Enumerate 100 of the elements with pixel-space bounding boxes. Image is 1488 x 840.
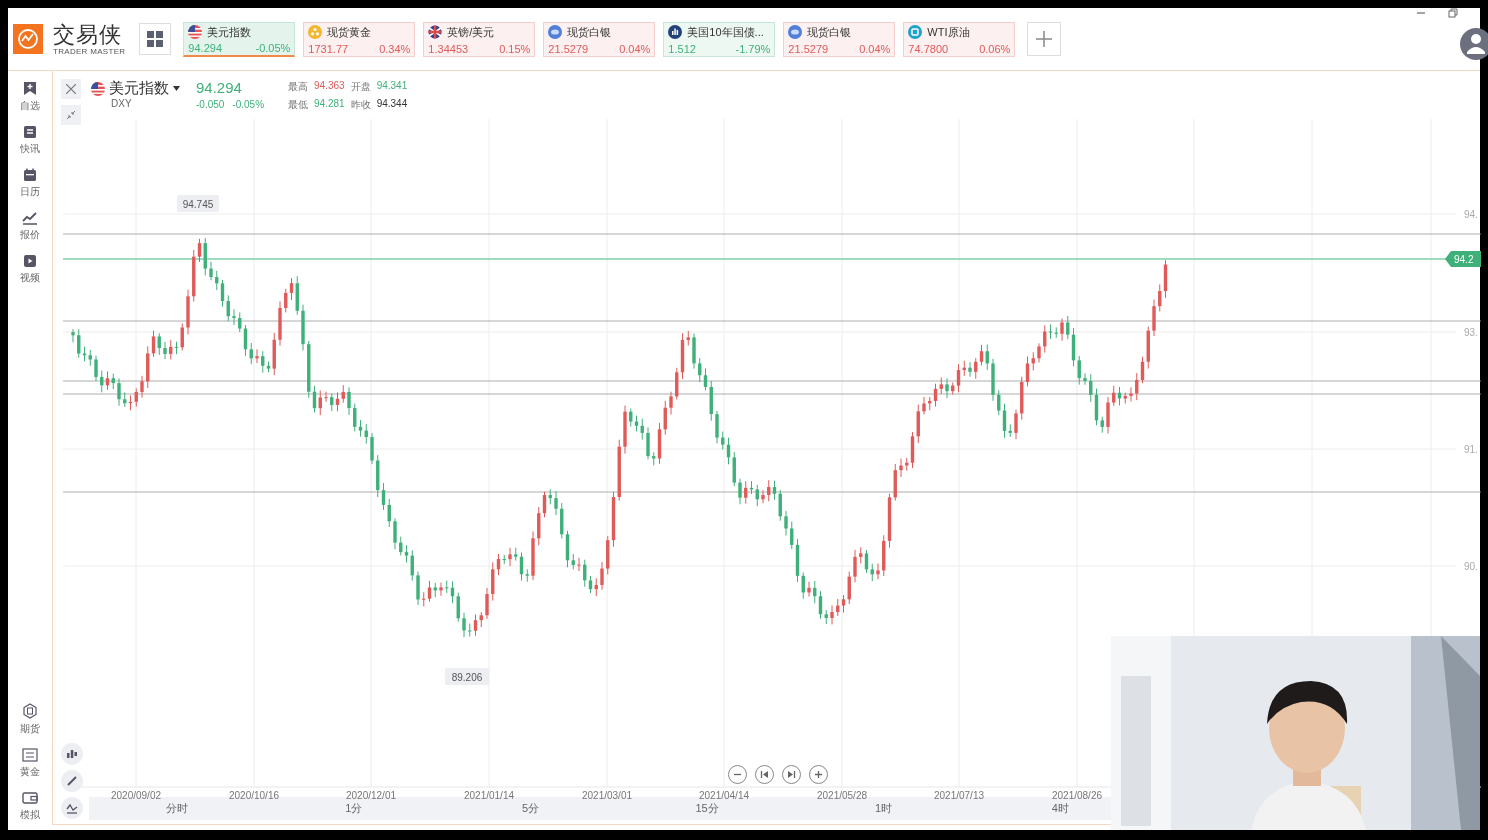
date-label: 2021/07/13 [933,790,985,801]
stat-value: 94.344 [376,98,408,111]
ticker-name: 英镑/美元 [447,24,495,40]
logo-subtitle: TRADER MASTER [53,46,126,56]
price-tag: 94.2 [1445,251,1481,267]
ticker-change: 0.04% [859,42,891,55]
skip-forward-button[interactable] [782,765,801,784]
date-label: 2021/04/14 [698,790,750,801]
ticker-name: 美元指数 [207,24,252,40]
draw-button[interactable] [61,770,83,792]
sidebar-item[interactable]: 视频 [20,254,40,285]
ticker-price: 1731.77 [308,42,349,55]
instrument-code: DXY [111,98,133,109]
play-icon [23,254,37,268]
sidebar-item[interactable]: 报价 [20,211,40,242]
candlestick-tool-button[interactable] [61,743,83,765]
ticker-price: 94.294 [188,41,222,54]
bar-icon [22,748,38,762]
skip-back-button[interactable] [755,765,774,784]
ticker-tab[interactable]: WTI原油 74.7800 0.06% [903,21,1016,57]
stat-label: 昨收 [350,98,371,112]
sidebar-item[interactable]: 日历 [20,168,40,199]
calendar-icon [23,168,37,182]
collapse-icon [66,110,76,120]
ticker-tab[interactable]: 现货白银 21.5279 0.04% [543,21,656,57]
pencil-icon [66,775,78,787]
support-line[interactable] [62,380,1481,382]
wallet-icon [22,791,38,805]
sidebar-item[interactable]: 黄金 [20,748,40,779]
ticker-price: 1.34453 [428,42,469,55]
date-label: 2021/05/28 [816,790,868,801]
restore-icon[interactable] [1448,8,1458,18]
stat-value: 94.341 [376,80,408,93]
skip-back-icon [760,770,769,779]
ticker-change: 0.06% [979,42,1011,55]
bubble-icon [788,25,803,39]
ticker-tab[interactable]: 美元指数 94.294 -0.05% [183,21,296,57]
stat-label: 最低 [288,98,309,112]
bubble-icon [548,25,563,39]
percent-change: -0.05% [232,99,265,110]
sidebar-item[interactable]: 自选 [20,81,40,113]
ticker-tab[interactable]: 美国10年国债... 1.512 -1.79% [663,21,776,57]
oil-icon [908,25,923,39]
close-button[interactable] [61,79,81,99]
ticker-name: 现货白银 [807,24,852,40]
stat-label: 开盘 [350,80,371,94]
flag-icon [188,25,203,39]
date-label: 2020/12/01 [345,790,397,801]
axis-label: 91. [1464,444,1478,455]
high-price-label: 94.745 [177,195,219,212]
indicator-button[interactable] [61,797,83,819]
flag-icon [428,25,443,39]
period-tab[interactable]: 5分 [515,797,546,820]
date-label: 2021/08/26 [1051,790,1103,801]
support-line[interactable] [62,393,1481,395]
logo-icon [13,24,43,54]
ticker-change: 0.04% [619,42,651,55]
low-price-label: 89.206 [445,668,489,685]
stat-value: 94.281 [314,98,345,111]
period-tab[interactable]: 分时 [160,797,195,820]
date-label: 2021/03/01 [581,790,633,801]
instrument-name[interactable]: 美元指数 [109,79,169,98]
avatar-icon[interactable] [1460,28,1488,60]
bookmark-icon [23,81,37,96]
plus-icon [1036,31,1053,47]
sidebar-item[interactable]: 模拟 [20,791,40,822]
trend-line-icon [22,211,38,225]
ticker-change: -1.79% [735,42,771,55]
ticker-name: 美国10年国债... [687,24,764,40]
document-icon [23,125,37,139]
zoom-in-button[interactable] [809,765,828,784]
ticker-name: 现货白银 [567,24,612,40]
ticker-tab[interactable]: 现货白银 21.5279 0.04% [783,21,896,57]
indicator-icon [66,802,78,814]
ticker-price: 74.7800 [908,42,949,55]
zoom-out-button[interactable] [728,765,747,784]
plus-icon [814,770,823,779]
ticker-price: 1.512 [668,42,696,55]
date-label: 2020/10/16 [228,790,280,801]
stat-label: 最高 [288,80,309,94]
price-change: -0.050 [196,99,225,110]
current-price: 94.294 [196,79,243,96]
hexagon-icon [22,703,38,719]
close-icon [66,84,76,94]
grid-icon [147,31,164,47]
ticker-tab[interactable]: 英镑/美元 1.34453 0.15% [423,21,536,57]
date-label: 2020/09/02 [110,790,162,801]
add-button[interactable] [1027,22,1062,56]
bar-chart-icon [668,25,683,39]
logo-text: 交易侠 [53,22,123,47]
grid-button[interactable] [139,23,172,55]
date-label: 2021/01/14 [463,790,515,801]
ticker-price: 21.5279 [548,42,589,55]
ticker-tab[interactable]: 现货黄金 1731.77 0.34% [303,21,416,57]
sidebar-item[interactable]: 期货 [20,703,40,736]
ticker-name: 现货黄金 [327,24,372,40]
caret-icon[interactable] [173,86,180,91]
period-tab[interactable]: 1时 [869,797,899,820]
sidebar-item[interactable]: 快讯 [20,125,40,156]
ticker-price: 21.5279 [788,42,829,55]
